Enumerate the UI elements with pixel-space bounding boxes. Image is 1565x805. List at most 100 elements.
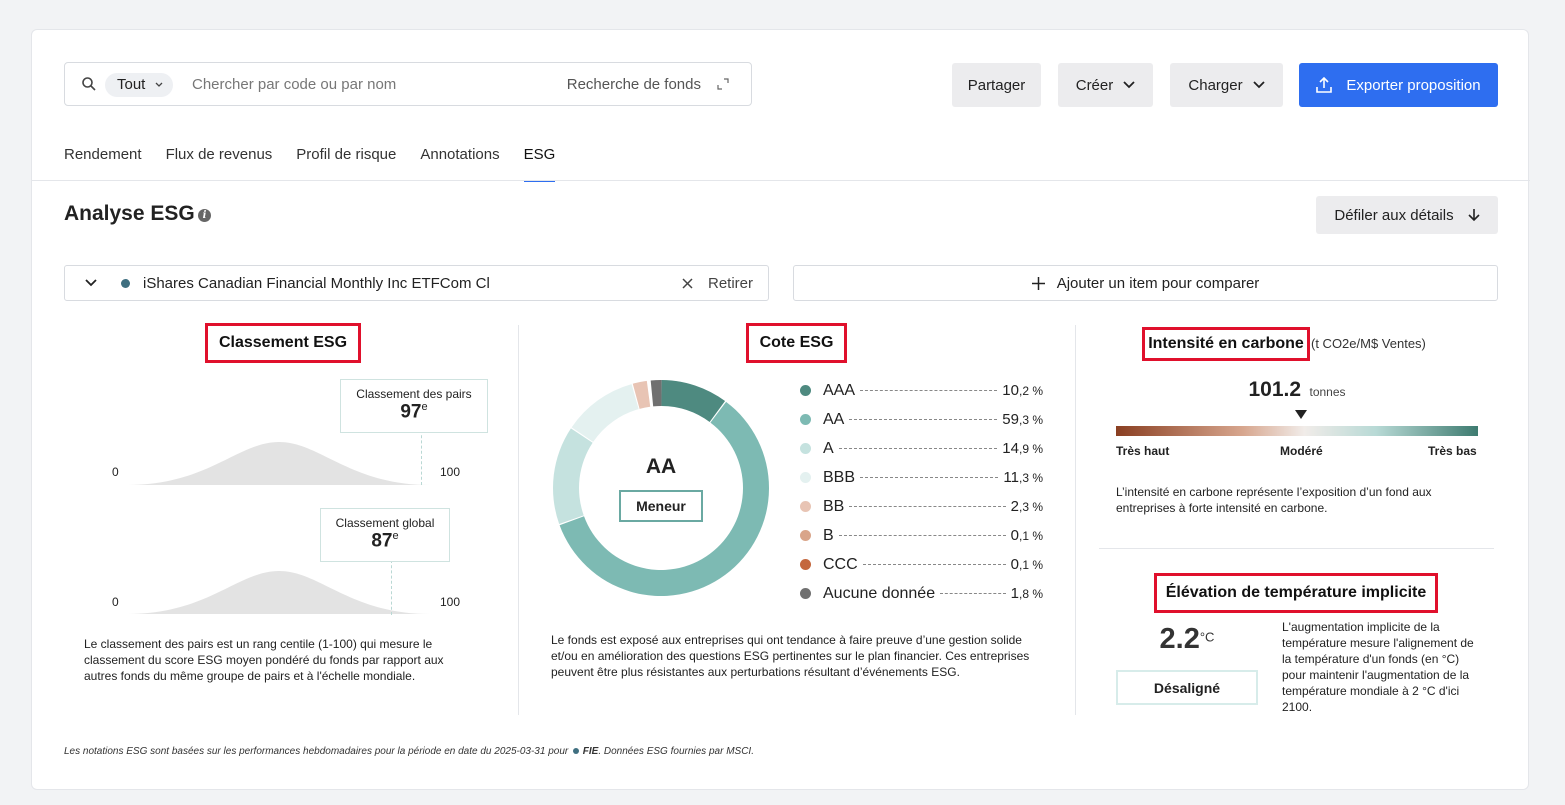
legend-value: 1,8 % — [1011, 585, 1043, 602]
export-label: Exporter proposition — [1346, 76, 1481, 94]
arrow-down-icon — [1468, 209, 1480, 222]
donut-slice — [661, 380, 726, 422]
legend-leader — [849, 506, 1006, 507]
plus-icon — [1031, 276, 1045, 290]
page-title: Analyse ESG — [64, 202, 195, 225]
legend-value: 11,3 % — [1003, 469, 1043, 486]
share-label: Partager — [967, 76, 1026, 94]
ranking-note: Le classement des pairs est un rang cent… — [84, 637, 444, 683]
chevron-down-icon — [1123, 81, 1135, 89]
peer-axis-max: 100 — [440, 465, 461, 479]
legend-label: AA — [823, 410, 845, 428]
implied-temperature-title: Élévation de température implicite — [1154, 573, 1438, 613]
legend-swatch — [800, 443, 811, 454]
share-button[interactable]: Partager — [952, 63, 1041, 107]
legend-swatch — [800, 588, 811, 599]
legend-value-int: 1 — [1010, 585, 1019, 602]
legend-value-int: 0 — [1010, 527, 1019, 544]
legend-value-int: 2 — [1010, 498, 1019, 515]
create-button[interactable]: Créer — [1058, 63, 1153, 107]
legend-leader — [940, 593, 1006, 594]
legend-value: 0,1 % — [1011, 527, 1043, 544]
peer-rank-marker — [420, 430, 422, 485]
upload-icon — [1316, 77, 1333, 93]
load-button[interactable]: Charger — [1170, 63, 1283, 107]
add-compare-button[interactable]: Ajouter un item pour comparer — [793, 265, 1498, 301]
fund-search-link[interactable]: Recherche de fonds — [567, 76, 701, 93]
column-divider — [518, 325, 519, 715]
global-rank-label: Classement global — [335, 516, 435, 530]
tab-annotations[interactable]: Annotations — [420, 146, 499, 182]
fund-name: iShares Canadian Financial Monthly Inc E… — [143, 275, 490, 292]
legend-value: 14,9 % — [1002, 440, 1043, 457]
legend-item: B 0,1 % — [800, 521, 1043, 550]
esg-rating-title: Cote ESG — [746, 323, 847, 363]
donut-slice — [571, 384, 639, 442]
legend-swatch — [800, 501, 811, 512]
tab-rendement[interactable]: Rendement — [64, 146, 142, 182]
column-divider — [1075, 325, 1076, 715]
load-label: Charger — [1188, 76, 1243, 94]
legend-label: A — [823, 439, 834, 457]
legend-leader — [860, 477, 999, 478]
footer-fund-code: FIE — [582, 746, 599, 757]
rating-grade: AA — [645, 455, 677, 478]
legend-value-dec: ,1 % — [1018, 529, 1043, 543]
rating-donut-chart — [553, 380, 769, 596]
legend-value-dec: ,1 % — [1018, 558, 1043, 572]
search-scope-select[interactable]: Tout — [105, 73, 174, 97]
legend-label: BBB — [823, 468, 856, 486]
carbon-marker-icon — [1294, 410, 1307, 419]
fund-selector[interactable]: iShares Canadian Financial Monthly Inc E… — [64, 265, 769, 301]
close-icon[interactable] — [682, 278, 693, 289]
global-rank-suffix: e — [392, 530, 399, 542]
legend-leader — [862, 564, 1006, 565]
legend-label: CCC — [823, 555, 858, 573]
create-label: Créer — [1075, 76, 1114, 94]
legend-value-int: 59 — [1002, 411, 1019, 428]
global-rank-marker — [390, 560, 392, 615]
rating-badge: Meneur — [619, 490, 703, 522]
remove-fund-button[interactable]: Retirer — [708, 275, 753, 292]
search-bar[interactable]: Tout Chercher par code ou par nom Recher… — [64, 62, 752, 106]
carbon-value-group: 101.2 tonnes — [1116, 378, 1478, 402]
global-rank-box: Classement global 87e — [320, 508, 450, 562]
footer-fund-dot — [573, 748, 579, 754]
tab-profil-de-risque[interactable]: Profil de risque — [296, 146, 396, 182]
peer-rank-value: 97e — [341, 401, 487, 423]
carbon-scale-left: Très haut — [1116, 444, 1170, 458]
temperature-value-group: 2.2°C — [1116, 623, 1258, 656]
legend-value-dec: ,2 % — [1018, 384, 1043, 398]
carbon-intensity-title: Intensité en carbone — [1142, 327, 1310, 361]
legend-value: 0,1 % — [1011, 556, 1043, 573]
info-icon[interactable]: i — [198, 209, 211, 222]
footer-text-post: . Données ESG fournies par MSCI. — [598, 746, 754, 757]
search-icon — [82, 77, 96, 91]
global-axis-max: 100 — [440, 595, 461, 609]
search-input[interactable]: Chercher par code ou par nom — [192, 76, 396, 93]
legend-label: B — [823, 526, 834, 544]
legend-item: BB 2,3 % — [800, 492, 1043, 521]
peer-rank-box: Classement des pairs 97e — [340, 379, 488, 433]
esg-ranking-title: Classement ESG — [205, 323, 361, 363]
carbon-value-unit: tonnes — [1309, 385, 1346, 399]
tab-flux-de-revenus[interactable]: Flux de revenus — [166, 146, 273, 182]
legend-value-dec: ,8 % — [1018, 587, 1043, 601]
legend-value: 59,3 % — [1002, 411, 1043, 428]
tab-esg[interactable]: ESG — [523, 146, 555, 182]
chevron-down-icon[interactable] — [85, 279, 97, 287]
peer-rank-number: 97 — [400, 401, 422, 423]
legend-item: BBB 11,3 % — [800, 463, 1043, 492]
scroll-to-details-button[interactable]: Défiler aux détails — [1316, 196, 1498, 234]
footer-note: Les notations ESG sont basées sur les pe… — [64, 746, 754, 757]
temperature-value: 2.2 — [1159, 623, 1200, 655]
export-proposal-button[interactable]: Exporter proposition — [1299, 63, 1498, 107]
rating-legend: AAA 10,2 % AA 59,3 % A 14,9 % BBB 11,3 % BB 2,3 %… — [800, 376, 1043, 608]
legend-value-dec: ,3 % — [1018, 500, 1043, 514]
expand-icon[interactable] — [717, 78, 729, 90]
peer-rank-suffix: e — [421, 401, 428, 413]
legend-swatch — [800, 530, 811, 541]
legend-item: Aucune donnée 1,8 % — [800, 579, 1043, 608]
footer-text-pre: Les notations ESG sont basées sur les pe… — [64, 746, 569, 757]
legend-leader — [838, 535, 1006, 536]
